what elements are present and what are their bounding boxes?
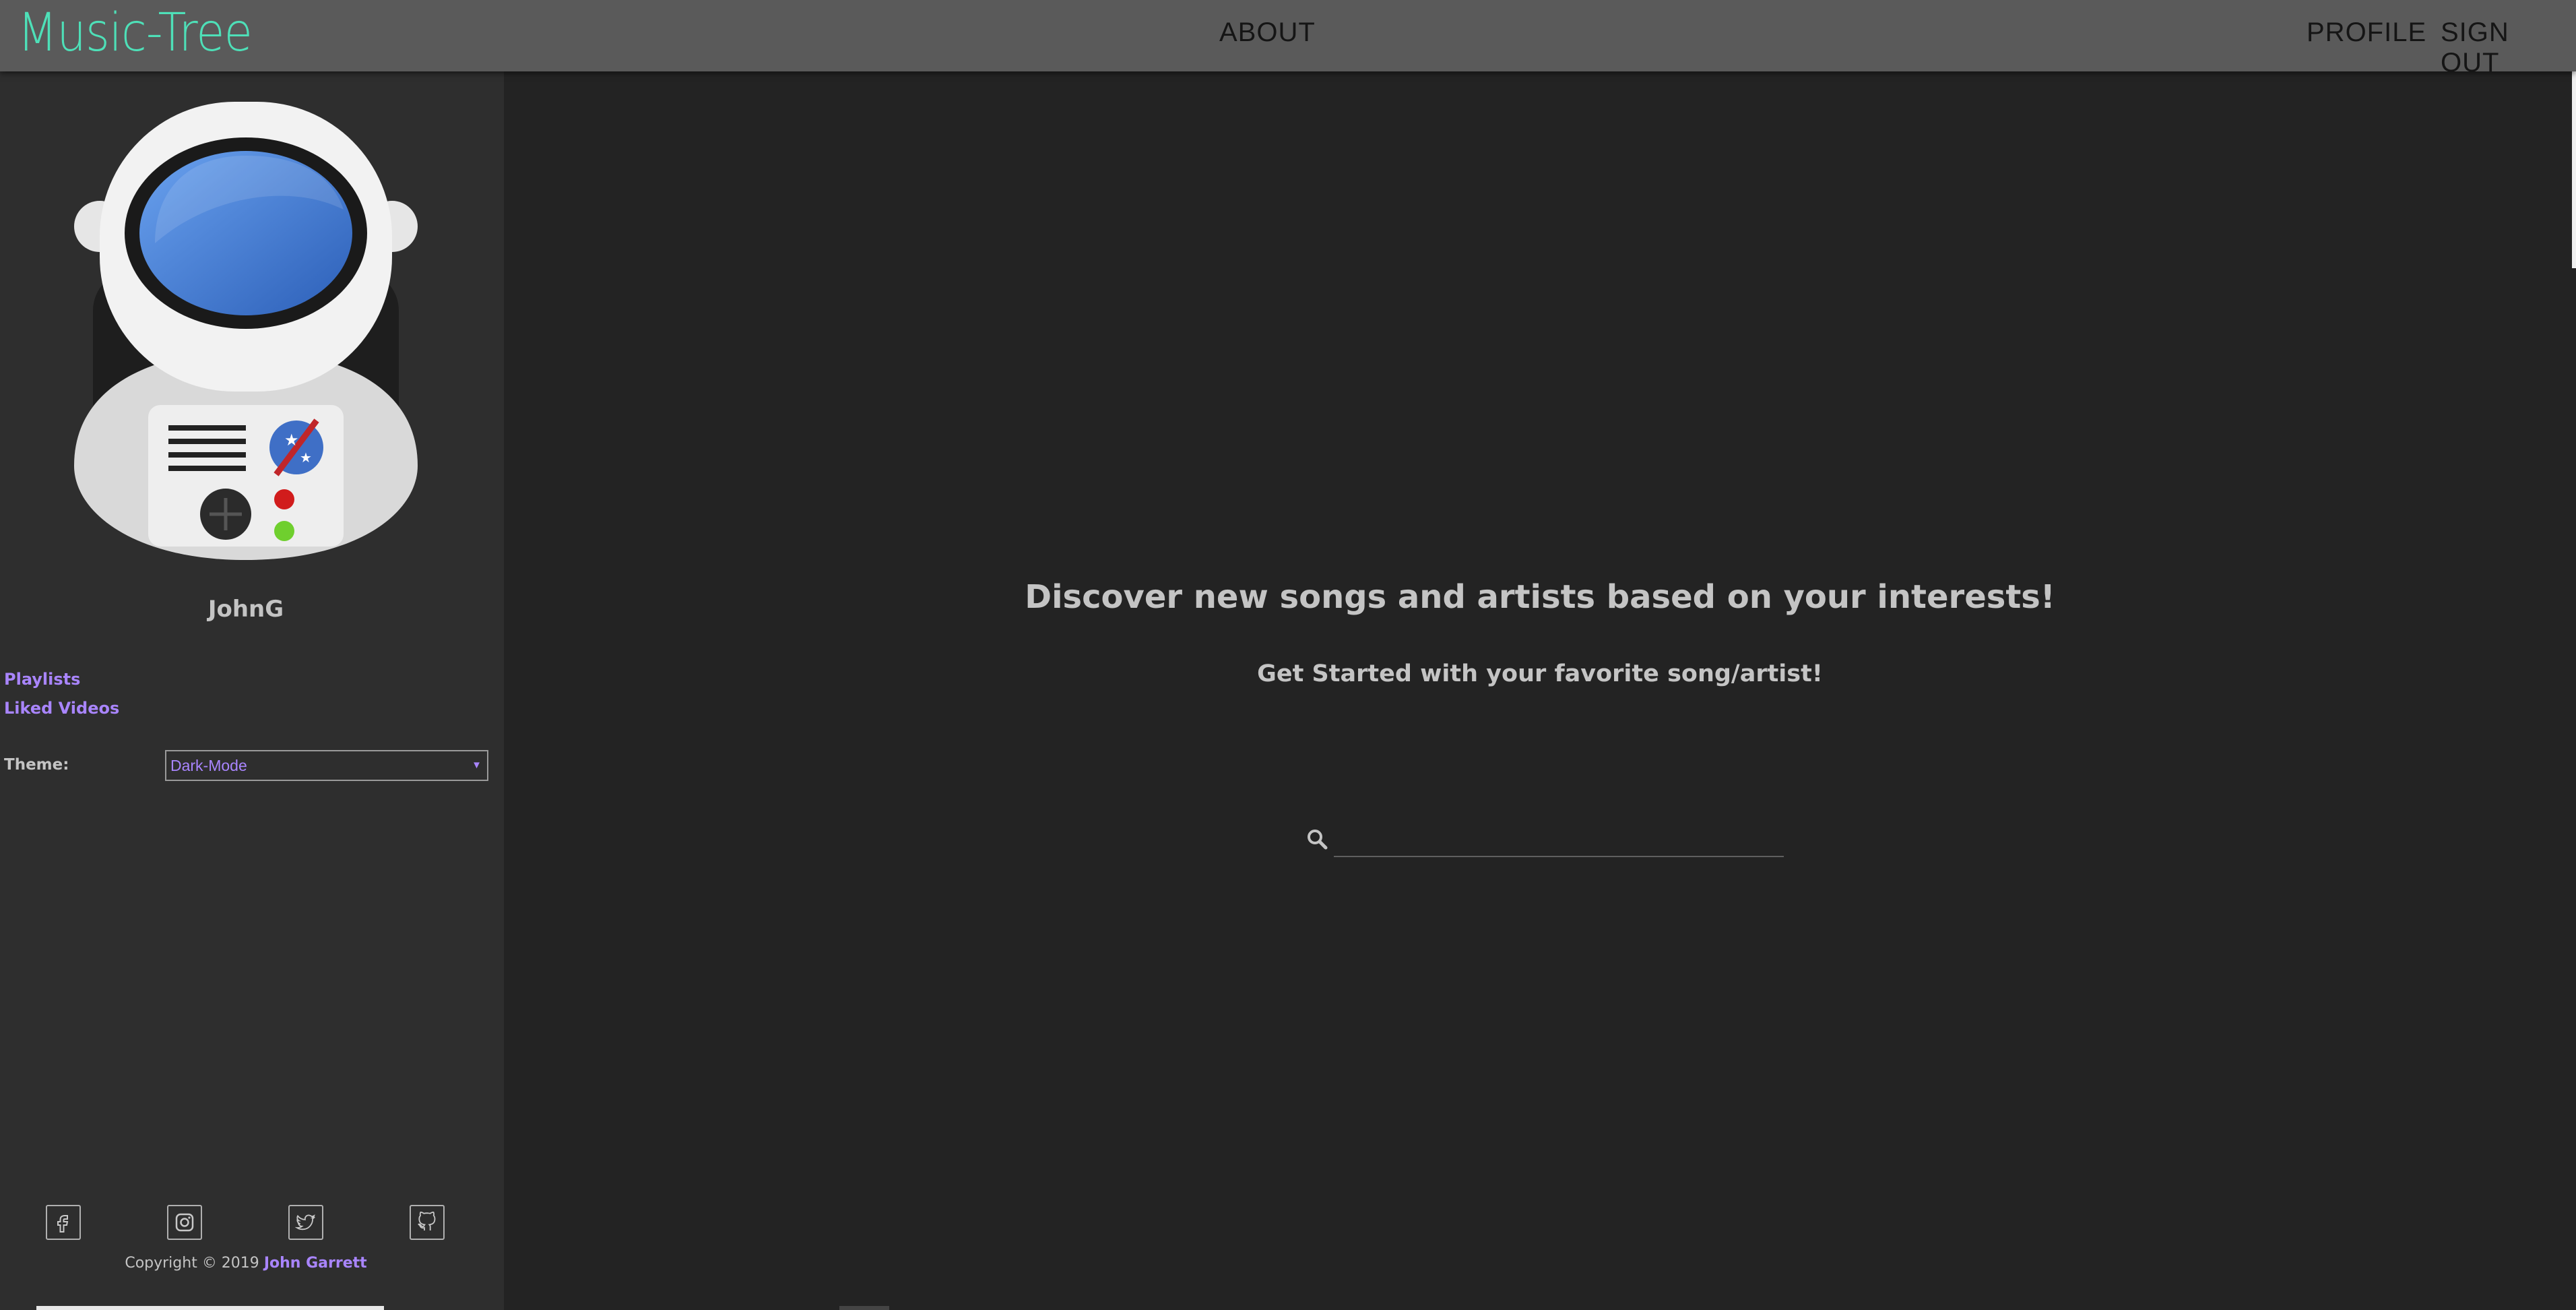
theme-select[interactable]: Dark-Mode ▼ bbox=[165, 750, 488, 781]
username: JohnG bbox=[207, 596, 284, 623]
bottom-strip bbox=[36, 1306, 384, 1310]
scrollbar[interactable] bbox=[2572, 71, 2576, 268]
page-subtitle: Get Started with your favorite song/arti… bbox=[1257, 660, 1823, 687]
chevron-down-icon: ▼ bbox=[472, 759, 482, 771]
svg-text:★: ★ bbox=[300, 449, 312, 466]
bottom-strip bbox=[839, 1306, 889, 1310]
svg-text:★: ★ bbox=[284, 431, 299, 449]
instagram-icon[interactable] bbox=[167, 1205, 202, 1240]
sidebar: ★ ★ JohnG Playlists Liked Videos Theme: … bbox=[0, 71, 504, 1310]
avatar: ★ ★ bbox=[74, 102, 418, 560]
sidebar-link-liked-videos[interactable]: Liked Videos bbox=[4, 699, 119, 718]
nav-sign-out[interactable]: SIGN OUT bbox=[2441, 18, 2576, 78]
page-title: Discover new songs and artists based on … bbox=[1025, 578, 2055, 616]
search-icon bbox=[1308, 830, 1328, 850]
theme-select-value: Dark-Mode bbox=[170, 757, 247, 774]
nav-about[interactable]: ABOUT bbox=[1219, 18, 1316, 48]
copyright-author-link[interactable]: John Garrett bbox=[264, 1255, 367, 1272]
logo[interactable]: Music-Tree bbox=[18, 3, 253, 63]
sidebar-link-playlists[interactable]: Playlists bbox=[4, 670, 80, 689]
github-icon[interactable] bbox=[410, 1205, 445, 1240]
facebook-icon[interactable] bbox=[46, 1205, 81, 1240]
copyright-text: Copyright © 2019 bbox=[125, 1255, 259, 1272]
twitter-icon[interactable] bbox=[288, 1205, 323, 1240]
theme-label: Theme: bbox=[4, 756, 69, 774]
copyright: Copyright © 2019 John Garrett bbox=[0, 1255, 492, 1272]
nav-profile[interactable]: PROFILE bbox=[2307, 18, 2426, 48]
top-navbar: Music-Tree ABOUT PROFILE SIGN OUT bbox=[0, 0, 2576, 77]
search-input[interactable] bbox=[1334, 822, 1784, 857]
